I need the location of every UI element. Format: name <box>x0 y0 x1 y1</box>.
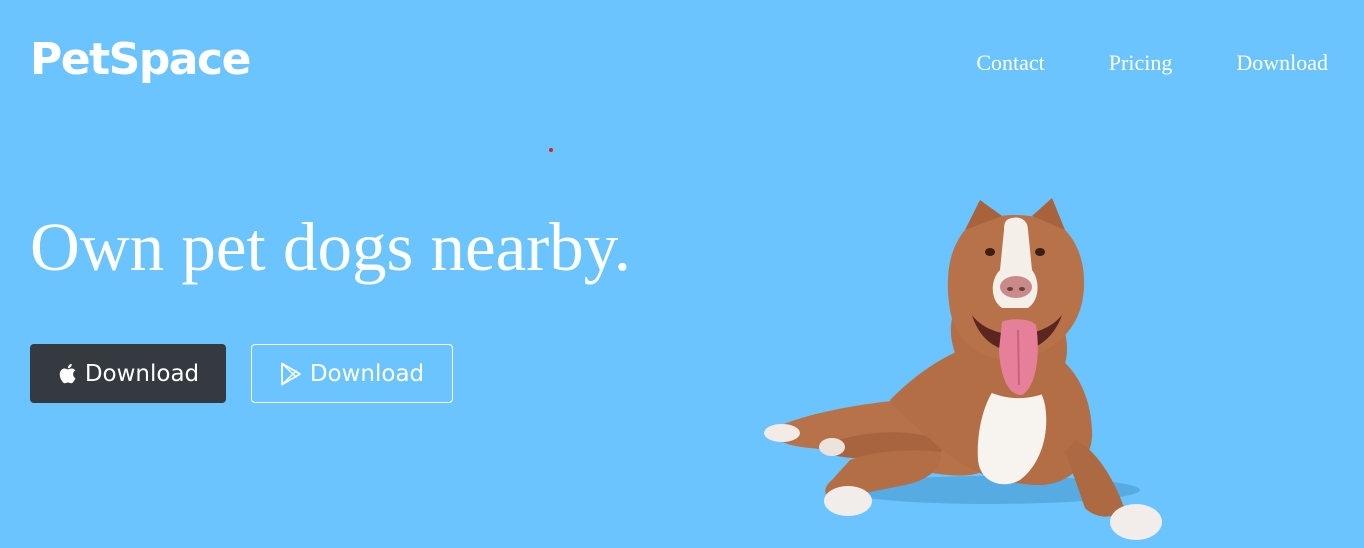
google-play-download-label: Download <box>309 360 425 387</box>
app-store-download-button[interactable]: Download <box>30 344 226 403</box>
hero-headline: Own pet dogs nearby. <box>30 209 632 285</box>
google-play-icon <box>280 362 302 386</box>
nav-link-contact[interactable]: Contact <box>976 50 1044 76</box>
google-play-download-button[interactable]: Download <box>251 344 453 403</box>
logo[interactable]: PetSpace <box>30 38 251 82</box>
app-store-download-label: Download <box>84 360 200 387</box>
apple-icon <box>57 362 77 385</box>
main-nav: Contact Pricing Download <box>976 50 1328 76</box>
red-dot-mark <box>549 148 553 152</box>
nav-link-pricing[interactable]: Pricing <box>1109 50 1173 76</box>
dog-image <box>740 190 1200 548</box>
nav-link-download[interactable]: Download <box>1236 50 1328 76</box>
